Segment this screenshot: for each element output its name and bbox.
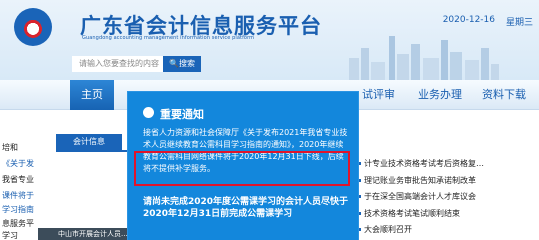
- left-text-line: 我省专业: [2, 175, 34, 184]
- tab-underline: [56, 150, 134, 152]
- nav-item-exam-review[interactable]: 试评审: [362, 80, 395, 110]
- news-item-text: 理记账业务审批告知承诺制改革: [364, 176, 476, 185]
- news-item[interactable]: 计专业技术资格考试考后资格复…: [358, 158, 533, 170]
- search-input[interactable]: 请输入您要查找的内容: [72, 56, 164, 72]
- popup-title: 重要通知: [160, 108, 204, 121]
- left-link[interactable]: 《关于发: [2, 158, 34, 169]
- bullet-icon: [358, 162, 361, 165]
- news-item-text: 于在深全国高端会计人才库议会: [364, 192, 476, 201]
- current-weekday: 星期三: [505, 18, 533, 28]
- left-link[interactable]: 课件将于: [2, 190, 34, 201]
- current-date: 2020-12-16: [442, 15, 495, 25]
- search-button-label: 搜索: [178, 59, 195, 68]
- tab-accounting-info[interactable]: 会计信息: [56, 134, 122, 150]
- popup-bottom-notice: 请尚未完成2020年度公需课学习的会计人员尽快于2020年12月31日前完成公需…: [143, 197, 349, 219]
- nav-item-business[interactable]: 业务办理: [418, 80, 462, 110]
- highlight-box: [134, 151, 350, 186]
- nav-item-downloads[interactable]: 资料下载: [482, 80, 526, 110]
- news-item-text: 计专业技术资格考试考后资格复…: [364, 159, 484, 168]
- bullet-icon: [358, 195, 361, 198]
- site-logo-icon[interactable]: [14, 8, 52, 46]
- news-item[interactable]: 于在深全国高端会计人才库议会: [358, 191, 533, 203]
- news-item-text: 大会顺利召开: [364, 225, 412, 234]
- site-subtitle: Guangdong accounting management informat…: [82, 35, 255, 41]
- city-skyline-graphic: [349, 36, 499, 80]
- news-item-text: 技术资格考试笔试顺利结束: [364, 209, 460, 218]
- bullet-icon: [358, 228, 361, 231]
- left-text-line: 培和: [2, 143, 18, 152]
- nav-home[interactable]: 主页: [70, 80, 114, 110]
- news-item[interactable]: 大会顺利召开: [358, 224, 533, 236]
- search-icon: 🔍: [169, 59, 179, 68]
- news-item[interactable]: 技术资格考试笔试顺利结束: [358, 208, 533, 220]
- left-text-line: 息服务平: [2, 219, 34, 228]
- bullet-icon: [358, 179, 361, 182]
- bullet-icon: [358, 212, 361, 215]
- left-link[interactable]: 学习指南: [2, 204, 34, 215]
- bell-icon: [143, 107, 154, 118]
- news-item[interactable]: 理记账业务审批告知承诺制改革: [358, 175, 533, 187]
- search-button[interactable]: 🔍搜索: [163, 56, 201, 72]
- left-text-line: 学习: [2, 231, 18, 240]
- news-image-caption[interactable]: 中山市开展会计人员...: [38, 228, 128, 240]
